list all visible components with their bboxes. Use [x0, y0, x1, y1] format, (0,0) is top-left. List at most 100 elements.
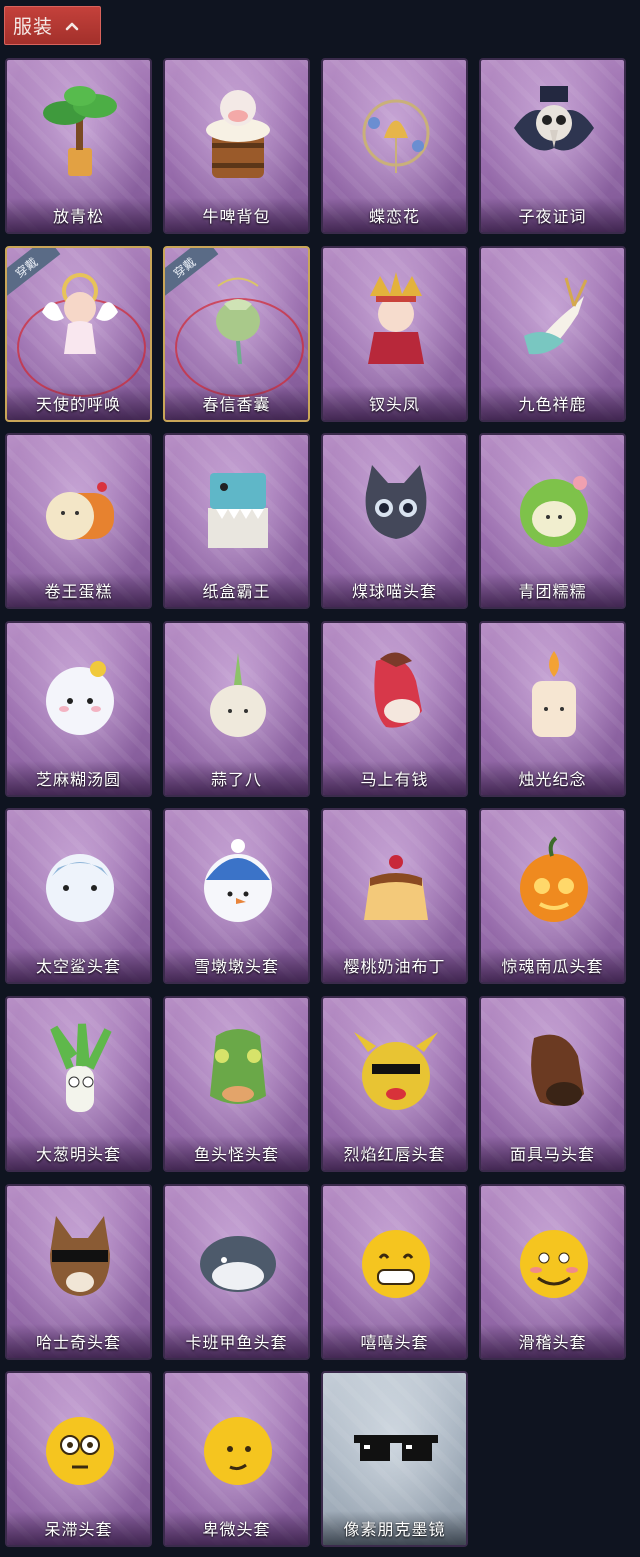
costume-name: 烛光纪念: [518, 770, 587, 789]
costume-name: 卷王蛋糕: [44, 582, 113, 601]
white-dumpling-icon: [46, 661, 114, 735]
card-label-bar: 滑稽头套: [481, 1324, 624, 1358]
turtle-head-icon: [200, 1236, 276, 1292]
costume-card[interactable]: 蒜了八: [163, 621, 310, 797]
costume-card[interactable]: 惊魂南瓜头套: [479, 808, 626, 984]
roll-cake-icon: [46, 482, 114, 540]
card-label-bar: 青团糯糯: [481, 573, 624, 607]
costume-name: 惊魂南瓜头套: [501, 957, 604, 976]
costume-card[interactable]: 鱼头怪头套: [163, 996, 310, 1172]
costume-card[interactable]: 煤球喵头套: [321, 433, 468, 609]
costume-card[interactable]: 穿戴 春信香囊: [163, 246, 310, 422]
costume-card[interactable]: 大葱明头套: [5, 996, 152, 1172]
phoenix-crown-doll-icon: [368, 272, 424, 364]
costume-name: 钗头凤: [368, 395, 420, 414]
costume-card[interactable]: 放青松: [5, 58, 152, 234]
card-label-bar: 煤球喵头套: [323, 573, 466, 607]
card-label-bar: 马上有钱: [323, 761, 466, 795]
costume-card[interactable]: 青团糯糯: [479, 433, 626, 609]
costume-card[interactable]: 嘻嘻头套: [321, 1184, 468, 1360]
card-label-bar: 哈士奇头套: [7, 1324, 150, 1358]
costume-card[interactable]: 哈士奇头套: [5, 1184, 152, 1360]
costume-name: 纸盒霸王: [202, 582, 271, 601]
costume-name: 哈士奇头套: [35, 1333, 121, 1352]
card-label-bar: 像素朋克墨镜: [323, 1511, 466, 1545]
costume-card[interactable]: 钗头凤: [321, 246, 468, 422]
pumpkin-head-icon: [520, 836, 588, 922]
red-horse-head-icon: [374, 652, 422, 728]
yellow-mascot-head-icon: [354, 1032, 438, 1110]
bonsai-pine-icon: [43, 86, 117, 176]
costume-card[interactable]: 烛光纪念: [479, 621, 626, 797]
costume-name: 蝶恋花: [368, 207, 420, 226]
sachet-pouch-icon: [216, 277, 260, 365]
costume-name: 青团糯糯: [518, 582, 587, 601]
angel-doll-icon: [42, 273, 118, 354]
card-label-bar: 樱桃奶油布丁: [323, 948, 466, 982]
costume-name: 烈焰红唇头套: [343, 1145, 446, 1164]
card-label-bar: 卷王蛋糕: [7, 573, 150, 607]
costume-name: 面具马头套: [509, 1145, 595, 1164]
costume-card[interactable]: 马上有钱: [321, 621, 468, 797]
costume-name: 天使的呼唤: [35, 395, 121, 414]
black-cat-head-icon: [365, 465, 427, 539]
costume-card[interactable]: 面具马头套: [479, 996, 626, 1172]
costume-card[interactable]: 牛啤背包: [163, 58, 310, 234]
card-label-bar: 放青松: [7, 198, 150, 232]
costume-card[interactable]: 呆滞头套: [5, 1371, 152, 1547]
costume-name: 九色祥鹿: [518, 395, 587, 414]
scallion-head-icon: [50, 1023, 112, 1112]
costume-name: 滑稽头套: [518, 1333, 587, 1352]
costume-card[interactable]: 太空鲨头套: [5, 808, 152, 984]
costume-name: 卡班甲鱼头套: [185, 1333, 288, 1352]
costume-name: 雪墩墩头套: [193, 957, 279, 976]
candle-icon: [532, 651, 576, 737]
card-label-bar: 牛啤背包: [165, 198, 308, 232]
card-label-bar: 烛光纪念: [481, 761, 624, 795]
costume-name: 煤球喵头套: [351, 582, 437, 601]
card-label-bar: 春信香囊: [165, 386, 308, 420]
costume-card[interactable]: 樱桃奶油布丁: [321, 808, 468, 984]
costume-card[interactable]: 子夜证词: [479, 58, 626, 234]
costume-name: 太空鲨头套: [35, 957, 121, 976]
plague-doctor-mask-icon: [514, 86, 594, 151]
card-label-bar: 雪墩墩头套: [165, 948, 308, 982]
cardboard-dino-icon: [208, 473, 268, 548]
costume-card[interactable]: 滑稽头套: [479, 1184, 626, 1360]
horse-mask-icon: [531, 1034, 584, 1106]
costume-card[interactable]: 蝶恋花: [321, 58, 468, 234]
costume-card[interactable]: 纸盒霸王: [163, 433, 310, 609]
card-label-bar: 鱼头怪头套: [165, 1136, 308, 1170]
costume-name: 马上有钱: [360, 770, 429, 789]
costume-name: 鱼头怪头套: [193, 1145, 279, 1164]
costume-card[interactable]: 卷王蛋糕: [5, 433, 152, 609]
card-label-bar: 蒜了八: [165, 761, 308, 795]
deer-charm-icon: [524, 277, 588, 355]
costume-name: 樱桃奶油布丁: [343, 957, 446, 976]
category-header-toggle[interactable]: 服装: [4, 6, 101, 45]
shark-head-icon: [46, 854, 114, 922]
card-label-bar: 芝麻糊汤圆: [7, 761, 150, 795]
husky-head-icon: [50, 1216, 110, 1296]
costume-card[interactable]: 卡班甲鱼头套: [163, 1184, 310, 1360]
costume-card[interactable]: 雪墩墩头套: [163, 808, 310, 984]
costume-card[interactable]: 九色祥鹿: [479, 246, 626, 422]
costume-card[interactable]: 烈焰红唇头套: [321, 996, 468, 1172]
costume-card[interactable]: 卑微头套: [163, 1371, 310, 1547]
costume-name: 春信香囊: [202, 395, 271, 414]
costume-card[interactable]: 像素朋克墨镜: [321, 1371, 468, 1547]
pudding-icon: [364, 855, 428, 920]
snowman-head-icon: [204, 839, 272, 922]
costume-name: 放青松: [52, 207, 104, 226]
cow-beer-barrel-icon: [206, 90, 270, 178]
stare-emoji-head-icon: [46, 1417, 114, 1485]
card-label-bar: 大葱明头套: [7, 1136, 150, 1170]
costume-name: 蒜了八: [210, 770, 262, 789]
category-title: 服装: [13, 16, 54, 38]
chevron-up-icon: [65, 22, 79, 30]
costume-card[interactable]: 穿戴 天使的呼唤: [5, 246, 152, 422]
humble-emoji-head-icon: [204, 1417, 272, 1485]
costume-card[interactable]: 芝麻糊汤圆: [5, 621, 152, 797]
costume-name: 呆滞头套: [44, 1520, 113, 1539]
green-dumpling-icon: [520, 476, 588, 547]
